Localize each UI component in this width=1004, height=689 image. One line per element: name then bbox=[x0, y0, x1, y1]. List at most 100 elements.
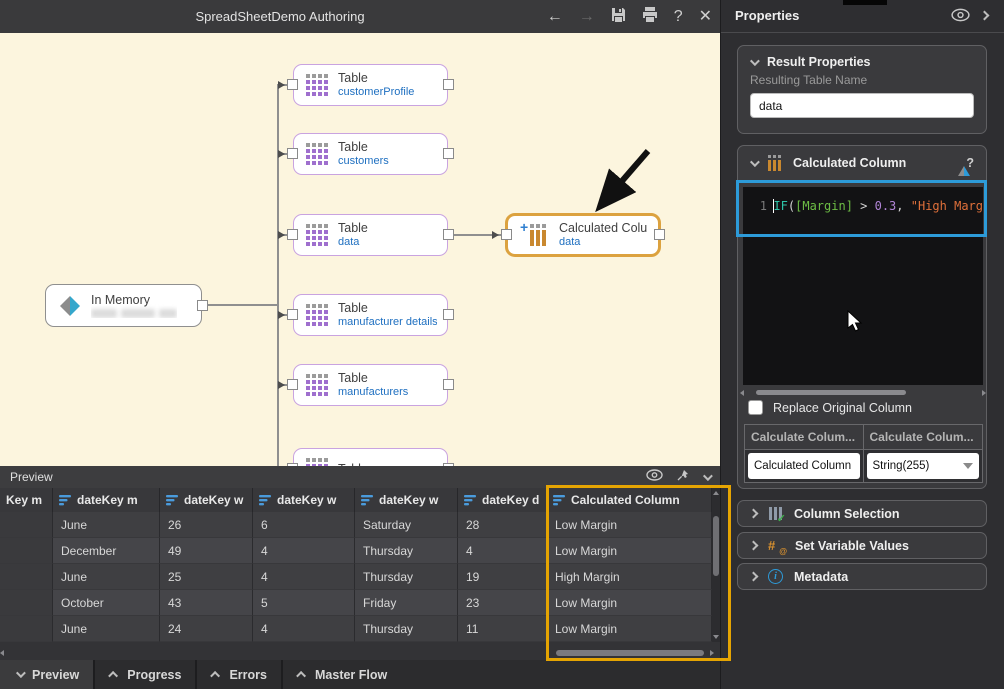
table-row[interactable]: June244Thursday11Low Margin bbox=[0, 616, 712, 642]
table-cell bbox=[0, 564, 53, 590]
print-icon[interactable] bbox=[642, 7, 658, 26]
column-definition-grid: Calculate Colum... Calculate Colum... Ca… bbox=[744, 424, 983, 483]
section-column-selection[interactable]: ✓ Column Selection bbox=[737, 500, 987, 527]
table-cell: 43 bbox=[160, 590, 253, 616]
collapse-preview-icon[interactable] bbox=[703, 471, 713, 481]
column-header[interactable]: dateKey w bbox=[160, 488, 253, 512]
bottom-tab-bar: Preview Progress Errors Master Flow bbox=[0, 660, 720, 689]
table-row[interactable]: December494Thursday4Low Margin bbox=[0, 538, 712, 564]
node-table-customerProfile[interactable]: TablecustomerProfile bbox=[293, 64, 448, 106]
output-port[interactable] bbox=[197, 300, 208, 311]
input-port[interactable] bbox=[501, 229, 512, 240]
tab-preview[interactable]: Preview bbox=[0, 660, 93, 689]
scroll-left-arrow[interactable] bbox=[740, 390, 744, 396]
table-cell: Friday bbox=[355, 590, 458, 616]
scroll-down-arrow[interactable] bbox=[713, 635, 719, 639]
eye-icon[interactable] bbox=[646, 468, 663, 486]
input-port[interactable] bbox=[287, 148, 298, 159]
scrollbar-thumb[interactable] bbox=[756, 390, 906, 395]
node-table-clipped[interactable]: Table bbox=[293, 448, 448, 466]
eye-icon[interactable] bbox=[951, 8, 970, 27]
scrollbar-thumb[interactable] bbox=[556, 650, 704, 656]
properties-header: Properties bbox=[721, 0, 1004, 33]
preview-horizontal-scrollbar[interactable] bbox=[4, 649, 712, 657]
section-metadata[interactable]: i Metadata bbox=[737, 563, 987, 590]
resulting-table-name-input[interactable] bbox=[750, 93, 974, 118]
data-type-dropdown[interactable]: String(255) bbox=[867, 453, 980, 479]
preview-header: Preview bbox=[0, 466, 720, 488]
table-cell: Low Margin bbox=[547, 616, 712, 642]
pin-icon[interactable] bbox=[677, 468, 689, 486]
save-icon[interactable] bbox=[611, 7, 626, 26]
column-header[interactable]: Key m bbox=[0, 488, 53, 512]
flow-canvas[interactable]: TablecustomerProfile Tablecustomers Tabl… bbox=[0, 33, 720, 466]
tab-errors[interactable]: Errors bbox=[197, 660, 281, 689]
preview-vertical-scrollbar[interactable] bbox=[712, 488, 720, 642]
node-subtitle: customerProfile bbox=[338, 86, 414, 99]
column-header[interactable]: dateKey d bbox=[458, 488, 547, 512]
column-header[interactable]: dateKey m bbox=[53, 488, 160, 512]
input-port[interactable] bbox=[287, 379, 298, 390]
in-memory-icon bbox=[58, 294, 82, 318]
column-header[interactable]: dateKey w bbox=[253, 488, 355, 512]
node-table-customers[interactable]: Tablecustomers bbox=[293, 133, 448, 175]
replace-original-column-checkbox[interactable] bbox=[748, 400, 763, 415]
table-cell: 4 bbox=[253, 538, 355, 564]
input-port[interactable] bbox=[287, 229, 298, 240]
chevron-down-icon bbox=[16, 668, 26, 678]
app-window: SpreadSheetDemo Authoring ← → ? ✕ bbox=[0, 0, 1004, 689]
output-port[interactable] bbox=[443, 229, 454, 240]
tab-progress[interactable]: Progress bbox=[95, 660, 195, 689]
result-properties-card: Result Properties Resulting Table Name bbox=[737, 45, 987, 134]
formula-editor[interactable]: 1IF([Margin] > 0.3, "High Marg bbox=[743, 187, 983, 385]
scroll-left-arrow[interactable] bbox=[0, 650, 4, 656]
table-icon bbox=[306, 304, 329, 327]
table-cell: 28 bbox=[458, 512, 547, 538]
scrollbar-thumb[interactable] bbox=[713, 516, 719, 576]
table-cell: October bbox=[53, 590, 160, 616]
info-icon: i bbox=[768, 569, 783, 584]
line-number: 1 bbox=[743, 199, 767, 213]
node-table-manufacturers[interactable]: Tablemanufacturers bbox=[293, 364, 448, 406]
output-port[interactable] bbox=[443, 148, 454, 159]
output-port[interactable] bbox=[443, 79, 454, 90]
node-title: Table bbox=[338, 71, 414, 85]
column-header[interactable]: Calculated Column bbox=[547, 488, 712, 512]
node-calculated-column[interactable]: + Calculated Colum...data bbox=[505, 213, 661, 257]
editor-horizontal-scrollbar[interactable] bbox=[746, 389, 982, 396]
table-cell: 25 bbox=[160, 564, 253, 590]
connector-arrowhead bbox=[278, 381, 285, 389]
preview-table-header: Key mdateKey mdateKey wdateKey wdateKey … bbox=[0, 488, 712, 512]
collapse-panel-icon[interactable] bbox=[980, 11, 990, 21]
node-subtitle: customers bbox=[338, 155, 389, 168]
table-row[interactable]: October435Friday23Low Margin bbox=[0, 590, 712, 616]
output-port[interactable] bbox=[443, 309, 454, 320]
back-icon[interactable]: ← bbox=[547, 9, 563, 25]
result-properties-header[interactable]: Result Properties bbox=[738, 46, 986, 73]
table-row[interactable]: June254Thursday19High Margin bbox=[0, 564, 712, 590]
column-header[interactable]: dateKey w bbox=[355, 488, 458, 512]
output-port[interactable] bbox=[443, 379, 454, 390]
calculated-column-header[interactable]: Calculated Column ? bbox=[738, 146, 986, 175]
scroll-up-arrow[interactable] bbox=[713, 491, 719, 495]
input-port[interactable] bbox=[287, 309, 298, 320]
table-cell: 11 bbox=[458, 616, 547, 642]
scroll-right-arrow[interactable] bbox=[982, 390, 986, 396]
tab-master-flow[interactable]: Master Flow bbox=[283, 660, 720, 689]
node-table-data[interactable]: Tabledata bbox=[293, 214, 448, 256]
section-set-variable-values[interactable]: #@ Set Variable Values bbox=[737, 532, 987, 559]
input-port[interactable] bbox=[287, 79, 298, 90]
replace-original-column-label: Replace Original Column bbox=[773, 401, 912, 415]
output-port[interactable] bbox=[654, 229, 665, 240]
node-table-manufacturer-details[interactable]: Tablemanufacturer details... bbox=[293, 294, 448, 336]
table-cell: 24 bbox=[160, 616, 253, 642]
chevron-down-icon bbox=[963, 463, 973, 469]
close-icon[interactable]: ✕ bbox=[699, 9, 712, 25]
node-in-memory[interactable]: In Memory bbox=[45, 284, 202, 327]
column-name-field[interactable]: Calculated Column bbox=[748, 453, 860, 479]
scroll-right-arrow[interactable] bbox=[710, 650, 714, 656]
table-icon bbox=[306, 374, 329, 397]
table-row[interactable]: June266Saturday28Low Margin bbox=[0, 512, 712, 538]
help-icon[interactable]: ? bbox=[674, 9, 683, 25]
table-cell: December bbox=[53, 538, 160, 564]
